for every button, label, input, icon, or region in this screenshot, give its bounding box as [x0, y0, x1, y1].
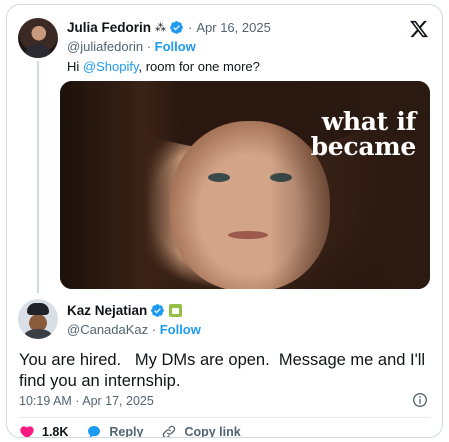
- quoted-handle[interactable]: @juliafedorin: [67, 39, 143, 54]
- follow-button-kaz[interactable]: Follow: [160, 322, 201, 337]
- overlay-line-2: became: [310, 132, 417, 161]
- divider: [19, 417, 430, 418]
- tweet-timestamp[interactable]: 10:19 AM · Apr 17, 2025: [19, 394, 154, 408]
- copy-link-button[interactable]: Copy link: [161, 424, 241, 438]
- main-name-row: Kaz Nejatian: [67, 301, 183, 319]
- link-icon: [163, 425, 176, 437]
- quoted-handle-row: @juliafedorin · Follow: [67, 39, 196, 54]
- media-overlay-text: what if became: [310, 107, 417, 161]
- reply-label: Reply: [109, 425, 144, 438]
- heart-icon: [20, 426, 34, 437]
- copy-link-label: Copy link: [184, 425, 241, 438]
- quoted-text-prefix: Hi: [67, 59, 83, 74]
- quoted-date[interactable]: Apr 16, 2025: [196, 20, 270, 35]
- quoted-author-name[interactable]: Julia Fedorin: [67, 20, 151, 35]
- main-text-line-2: find you an internship.: [19, 372, 181, 390]
- avatar-julia-fedorin[interactable]: [18, 18, 58, 58]
- like-button[interactable]: 1.8K: [19, 424, 69, 438]
- reply-bubble-icon: [88, 426, 101, 437]
- main-handle-row: @CanadaKaz · Follow: [67, 322, 201, 337]
- verified-icon: [170, 20, 183, 34]
- main-tweet-text: You are hired. My DMs are open. Message …: [19, 350, 434, 392]
- quoted-text-suffix: , room for one more?: [138, 59, 260, 74]
- video-thumbnail[interactable]: what if became: [60, 81, 430, 289]
- mention-shopify[interactable]: @Shopify: [83, 59, 139, 74]
- shopify-badge-icon[interactable]: [169, 303, 183, 317]
- info-icon[interactable]: [412, 392, 428, 408]
- verified-icon: [151, 303, 165, 317]
- quoted-name-row: Julia Fedorin ⁂ · Apr 16, 2025: [67, 18, 271, 36]
- separator-dot: ·: [188, 19, 193, 35]
- overlay-line-1: what if: [321, 107, 417, 136]
- quoted-tweet-text: Hi @Shopify, room for one more?: [67, 59, 260, 74]
- tweet-card: Julia Fedorin ⁂ · Apr 16, 2025 @juliafed…: [6, 4, 443, 438]
- like-count: 1.8K: [42, 425, 69, 438]
- thread-line: [37, 61, 39, 293]
- follow-button-julia[interactable]: Follow: [155, 39, 196, 54]
- main-handle[interactable]: @CanadaKaz: [67, 322, 148, 337]
- avatar-kaz-nejatian[interactable]: [18, 299, 58, 339]
- main-author-name[interactable]: Kaz Nejatian: [67, 303, 147, 318]
- name-emoji: ⁂: [155, 21, 167, 34]
- reply-button[interactable]: Reply: [86, 424, 144, 438]
- handle-separator: ·: [143, 39, 155, 54]
- handle-separator: ·: [148, 322, 160, 337]
- main-text-line-1: You are hired. My DMs are open. Message …: [19, 351, 426, 369]
- action-bar: 1.8K Reply Copy link: [19, 424, 259, 438]
- x-logo-icon[interactable]: [409, 19, 429, 39]
